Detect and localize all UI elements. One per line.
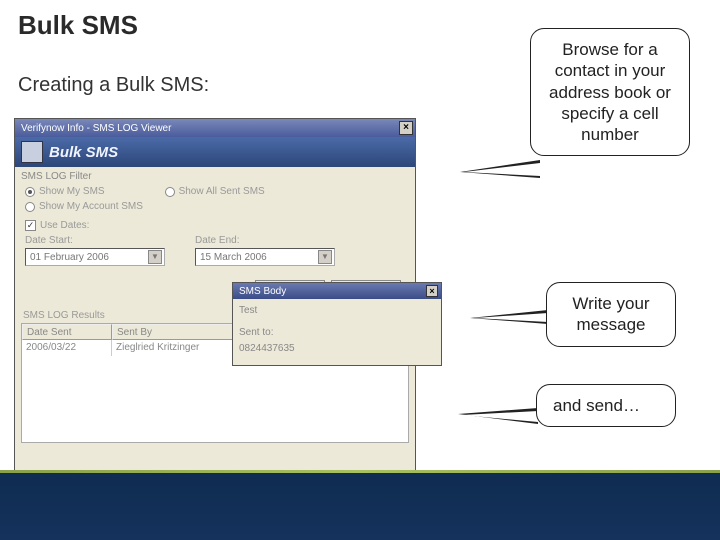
radio-icon [25, 202, 35, 212]
popup-sent-to-value: 0824437635 [239, 341, 435, 357]
popup-sent-to-label: Sent to: [239, 325, 435, 341]
popup-body-text: Test [239, 303, 435, 319]
radio-show-all-sms[interactable]: Show All Sent SMS [165, 186, 265, 197]
date-end-value: 15 March 2006 [200, 252, 267, 263]
cell-date: 2006/03/22 [22, 340, 112, 356]
sms-body-popup: SMS Body × Test Sent to: 0824437635 [232, 282, 442, 366]
radio-label: Show All Sent SMS [179, 186, 265, 197]
filter-label: SMS LOG Filter [15, 167, 415, 184]
radio-show-my-sms[interactable]: Show My SMS [25, 186, 105, 197]
banner-text: Bulk SMS [49, 144, 118, 161]
date-start-value: 01 February 2006 [30, 252, 109, 263]
close-icon[interactable]: × [426, 285, 438, 297]
window-title: Verifynow Info - SMS LOG Viewer [21, 123, 171, 134]
chevron-down-icon[interactable]: ▼ [148, 250, 162, 264]
radio-label: Show My SMS [39, 186, 105, 197]
slide-footer [0, 470, 720, 540]
radio-icon [165, 187, 175, 197]
date-end-input[interactable]: 15 March 2006 ▼ [195, 248, 335, 266]
date-start-label: Date Start: [25, 235, 165, 246]
callout-tail [460, 160, 540, 178]
popup-titlebar: SMS Body × [233, 283, 441, 299]
radio-icon [25, 187, 35, 197]
radio-show-account-sms[interactable]: Show My Account SMS [25, 201, 143, 212]
window-banner: Bulk SMS [15, 137, 415, 167]
callout-tail [470, 310, 548, 324]
use-dates-checkbox[interactable]: ✓ Use Dates: [25, 220, 405, 231]
slide-subtitle: Creating a Bulk SMS: [18, 74, 209, 97]
chevron-down-icon[interactable]: ▼ [318, 250, 332, 264]
date-start-input[interactable]: 01 February 2006 ▼ [25, 248, 165, 266]
callout-send: and send… [536, 384, 676, 427]
radio-label: Show My Account SMS [39, 201, 143, 212]
callout-browse: Browse for a contact in your address boo… [530, 28, 690, 156]
date-end-label: Date End: [195, 235, 335, 246]
cell-sentby: Zieglried Kritzinger [112, 340, 242, 356]
popup-title: SMS Body [239, 286, 286, 297]
slide-title: Bulk SMS [18, 10, 138, 41]
checkbox-icon: ✓ [25, 220, 36, 231]
callout-tail [458, 408, 538, 424]
checkbox-label: Use Dates: [40, 220, 89, 231]
window-titlebar: Verifynow Info - SMS LOG Viewer × [15, 119, 415, 137]
phone-icon [21, 141, 43, 163]
callout-write: Write your message [546, 282, 676, 347]
close-icon[interactable]: × [399, 121, 413, 135]
col-sent-by[interactable]: Sent By [112, 324, 242, 340]
col-date-sent[interactable]: Date Sent [22, 324, 112, 340]
